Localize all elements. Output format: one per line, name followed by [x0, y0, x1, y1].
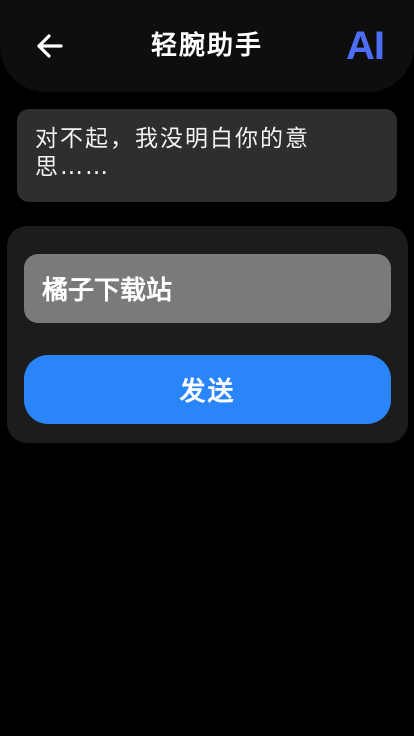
assistant-reply-bubble: 对不起，我没明白你的意思……	[17, 109, 397, 202]
header-bar: 轻腕助手 AI	[0, 0, 414, 92]
send-button[interactable]: 发送	[24, 355, 391, 424]
message-input[interactable]	[24, 254, 391, 323]
app-screen: 轻腕助手 AI 对不起，我没明白你的意思…… 发送	[0, 0, 414, 736]
ai-badge: AI	[346, 24, 385, 68]
composer-panel: 发送	[7, 226, 408, 443]
